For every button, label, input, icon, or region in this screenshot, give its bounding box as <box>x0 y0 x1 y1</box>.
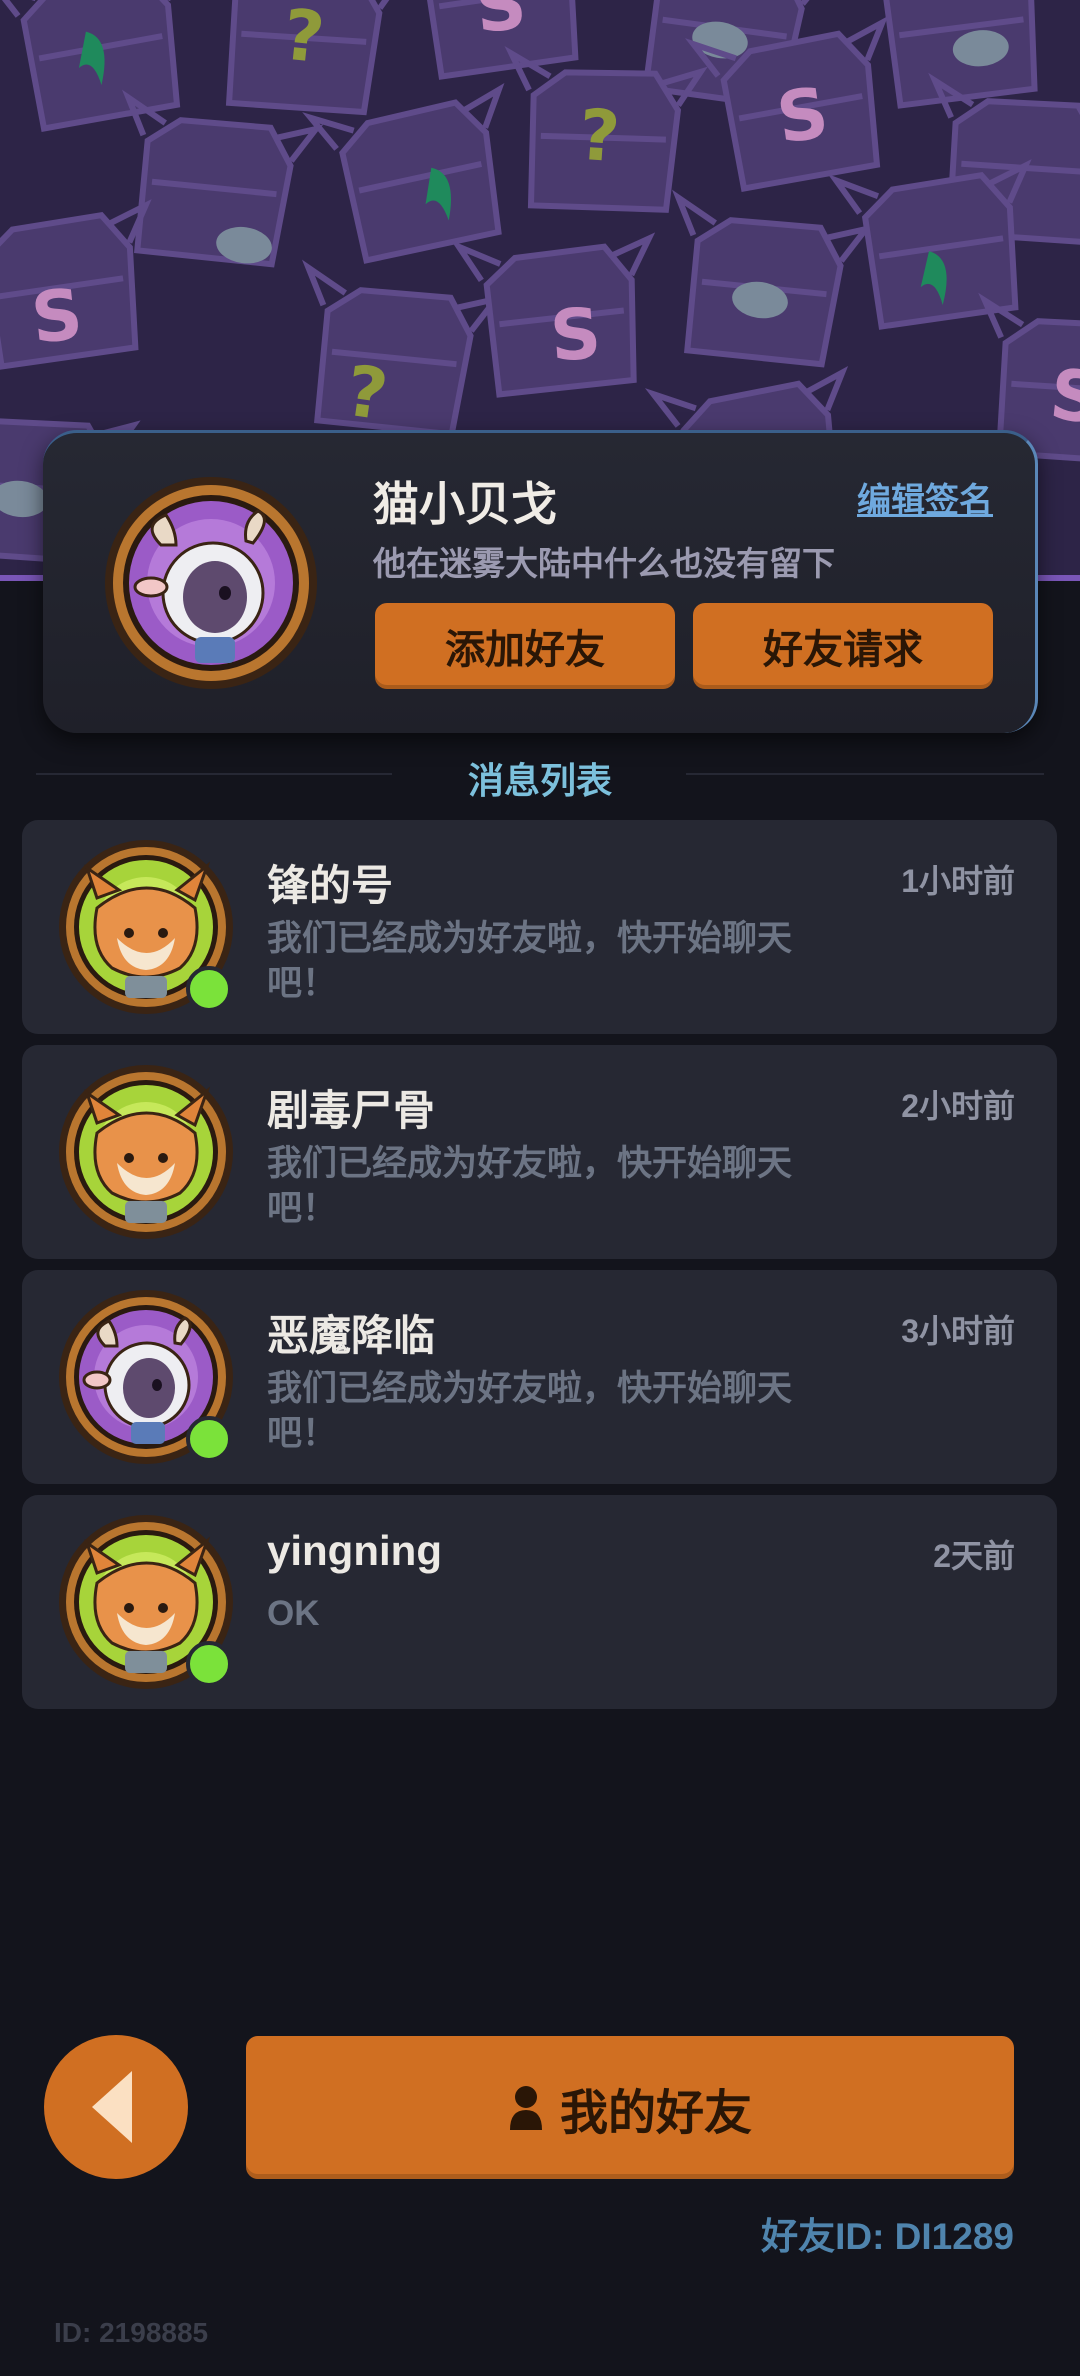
svg-text:S: S <box>471 0 530 49</box>
message-sender-name: 剧毒尸骨 <box>267 1087 436 1134</box>
message-item[interactable]: 恶魔降临 3小时前 我们已经成为好友啦，快开始聊天吧！ <box>22 1270 1057 1484</box>
svg-text:S: S <box>548 292 604 377</box>
profile-card: 猫小贝戈 编辑签名 他在迷雾大陆中什么也没有留下 添加好友 好友请求 <box>43 430 1038 733</box>
person-icon <box>509 2085 542 2130</box>
message-preview: 我们已经成为好友啦，快开始聊天吧！ <box>267 919 793 1003</box>
friend-id-label: 好友ID: DI1289 <box>761 2216 1014 2257</box>
back-arrow-icon <box>92 2071 132 2143</box>
svg-text:?: ? <box>576 94 622 179</box>
message-sender-name: 锋的号 <box>267 862 394 909</box>
my-friends-button[interactable]: 我的好友 <box>246 2036 1014 2179</box>
online-status-dot <box>186 1416 232 1462</box>
message-preview: 我们已经成为好友啦，快开始聊天吧！ <box>267 1144 793 1228</box>
message-time: 3小时前 <box>901 1313 1015 1349</box>
friend-requests-button[interactable]: 好友请求 <box>693 603 993 689</box>
online-status-dot <box>186 1641 232 1687</box>
fox-avatar-icon <box>59 1065 233 1239</box>
user-id-label: ID: 2198885 <box>54 2317 209 2348</box>
back-button[interactable] <box>44 2035 188 2179</box>
message-time: 2小时前 <box>901 1088 1015 1124</box>
message-preview: OK <box>267 1594 320 1633</box>
add-friend-button[interactable]: 添加好友 <box>375 603 675 689</box>
profile-name: 猫小贝戈 <box>373 478 557 530</box>
svg-text:?: ? <box>279 0 328 79</box>
profile-avatar-sheep-icon[interactable] <box>103 475 319 691</box>
message-item[interactable]: yingning 2天前 OK <box>22 1495 1057 1709</box>
my-friends-label: 我的好友 <box>559 2086 752 2140</box>
message-time: 1小时前 <box>901 863 1015 899</box>
message-item[interactable]: 锋的号 1小时前 我们已经成为好友啦，快开始聊天吧！ <box>22 820 1057 1034</box>
message-item[interactable]: 剧毒尸骨 2小时前 我们已经成为好友啦，快开始聊天吧！ <box>22 1045 1057 1259</box>
message-preview: 我们已经成为好友啦，快开始聊天吧！ <box>267 1369 793 1453</box>
online-status-dot <box>186 966 232 1012</box>
message-sender-name: 恶魔降临 <box>267 1312 436 1359</box>
profile-signature: 他在迷雾大陆中什么也没有留下 <box>373 545 835 582</box>
edit-signature-link[interactable]: 编辑签名 <box>857 473 993 522</box>
message-time: 2天前 <box>933 1538 1015 1574</box>
message-list-title: 消息列表 <box>467 760 612 801</box>
svg-text:S: S <box>28 273 87 360</box>
message-sender-name: yingning <box>267 1527 442 1574</box>
